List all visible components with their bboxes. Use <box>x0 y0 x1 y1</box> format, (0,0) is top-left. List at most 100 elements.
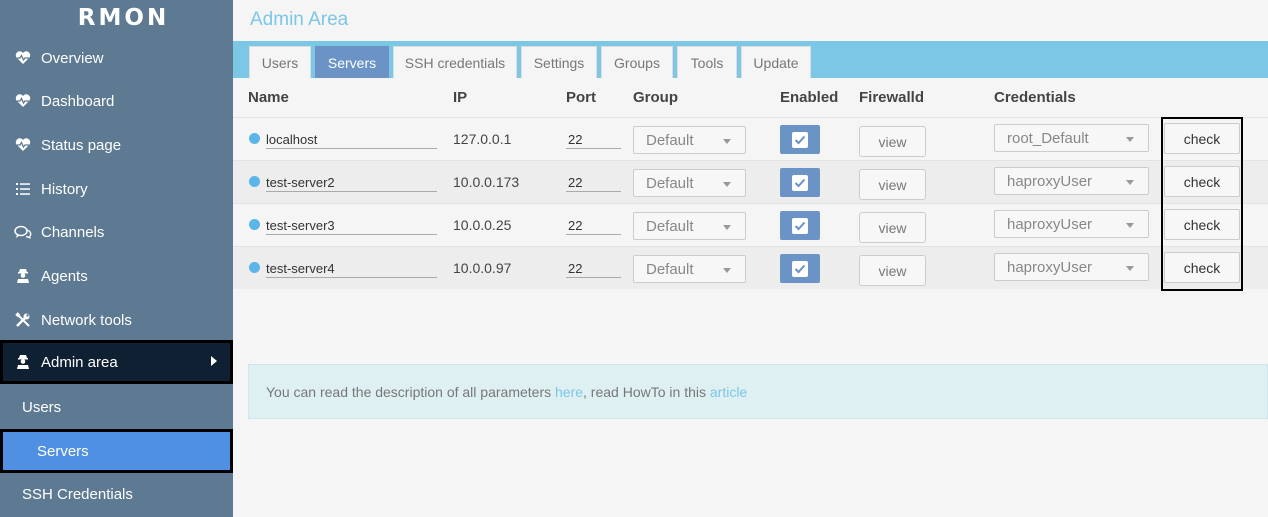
sidebar-item-label: Admin area <box>41 353 118 371</box>
sidebar-item-status-page[interactable]: Status page <box>0 123 233 167</box>
heart-pulse-icon <box>14 92 32 110</box>
chevron-down-icon <box>1126 180 1134 185</box>
sidebar-item-label: Network tools <box>41 311 132 329</box>
column-header-ip: IP <box>453 89 468 106</box>
server-ip: 10.0.0.97 <box>453 260 512 276</box>
agent-icon <box>14 267 32 285</box>
enabled-checkbox[interactable] <box>780 168 820 197</box>
credentials-select[interactable]: haproxyUser <box>994 210 1149 238</box>
sidebar-subitem-servers[interactable]: Servers <box>0 429 233 473</box>
column-header-enabled: Enabled <box>780 89 839 106</box>
chevron-down-icon <box>723 225 731 230</box>
group-select[interactable]: Default <box>633 255 746 283</box>
firewalld-view-button[interactable]: view <box>859 126 926 157</box>
checkmark-icon <box>792 260 808 277</box>
credentials-select[interactable]: root_Default <box>994 124 1149 152</box>
server-ip: 10.0.0.25 <box>453 217 512 233</box>
group-select[interactable]: Default <box>633 169 746 197</box>
chevron-down-icon <box>723 182 731 187</box>
chevron-down-icon <box>723 268 731 273</box>
chevron-down-icon <box>1126 137 1134 142</box>
chevron-down-icon <box>1126 266 1134 271</box>
check-button[interactable]: check <box>1164 123 1240 154</box>
group-select-value: Default <box>646 174 694 192</box>
sidebar-item-overview[interactable]: Overview <box>0 36 233 80</box>
info-text: You can read the description of all para… <box>266 383 555 400</box>
chevron-down-icon <box>1126 223 1134 228</box>
column-header-name: Name <box>248 89 289 106</box>
sidebar-item-agents[interactable]: Agents <box>0 254 233 298</box>
sidebar-item-label: Agents <box>41 267 88 285</box>
port-field[interactable]: 22 <box>566 218 621 235</box>
check-button[interactable]: check <box>1164 252 1240 283</box>
tab-users[interactable]: Users <box>249 46 311 78</box>
group-select[interactable]: Default <box>633 212 746 240</box>
status-dot <box>249 219 260 230</box>
app-logo[interactable]: RMON <box>0 0 233 36</box>
server-name-field[interactable]: test-server2 <box>266 175 437 192</box>
tab-update[interactable]: Update <box>741 46 811 78</box>
server-ip: 127.0.0.1 <box>453 131 512 147</box>
status-dot <box>249 262 260 273</box>
tab-tools[interactable]: Tools <box>677 46 737 78</box>
sidebar-subitem-ssh-credentials[interactable]: SSH Credentials <box>0 472 233 516</box>
caret-right-icon <box>211 356 217 366</box>
tab-groups[interactable]: Groups <box>601 46 673 78</box>
port-field[interactable]: 22 <box>566 261 621 278</box>
credentials-select[interactable]: haproxyUser <box>994 167 1149 195</box>
credentials-select-value: root_Default <box>1007 129 1089 147</box>
tab-bar: Users Servers SSH credentials Settings G… <box>233 41 1268 78</box>
column-header-credentials: Credentials <box>994 89 1076 106</box>
tab-settings[interactable]: Settings <box>521 46 597 78</box>
firewalld-view-button[interactable]: view <box>859 255 926 286</box>
check-button[interactable]: check <box>1164 166 1240 197</box>
table-row: localhost 127.0.0.1 22 Default view root_Defa… <box>233 117 1268 160</box>
enabled-checkbox[interactable] <box>780 125 820 154</box>
tab-servers[interactable]: Servers <box>315 46 389 78</box>
group-select-value: Default <box>646 217 694 235</box>
sidebar-item-admin-area[interactable]: Admin area <box>0 340 233 384</box>
list-icon <box>14 180 32 198</box>
credentials-select[interactable]: haproxyUser <box>994 253 1149 281</box>
info-text: , read HowTo in this <box>583 383 710 400</box>
port-field[interactable]: 22 <box>566 132 621 149</box>
firewalld-view-button[interactable]: view <box>859 169 926 200</box>
table-row: test-server4 10.0.0.97 22 Default view haprox… <box>233 246 1268 289</box>
table-row: test-server3 10.0.0.25 22 Default view haprox… <box>233 203 1268 246</box>
firewalld-view-button[interactable]: view <box>859 212 926 243</box>
table-row: test-server2 10.0.0.173 22 Default view hapro… <box>233 160 1268 203</box>
server-name-field[interactable]: test-server4 <box>266 261 437 278</box>
check-button[interactable]: check <box>1164 209 1240 240</box>
checkmark-icon <box>792 174 808 191</box>
server-name-field[interactable]: test-server3 <box>266 218 437 235</box>
page-title: Admin Area <box>250 9 349 30</box>
sidebar-item-label: Status page <box>41 136 122 154</box>
column-header-port: Port <box>566 89 596 106</box>
sidebar-item-history[interactable]: History <box>0 167 233 211</box>
info-link-article[interactable]: article <box>710 384 747 400</box>
enabled-checkbox[interactable] <box>780 211 820 240</box>
server-ip: 10.0.0.173 <box>453 174 520 190</box>
chevron-down-icon <box>723 139 731 144</box>
column-header-firewalld: Firewalld <box>859 89 925 106</box>
sidebar-item-label: Overview <box>41 49 104 67</box>
credentials-select-value: haproxyUser <box>1007 258 1093 276</box>
sidebar-subitem-users[interactable]: Users <box>0 385 233 429</box>
sidebar: RMON Overview Dashboard Status page Hist… <box>0 0 233 517</box>
sidebar-item-label: Channels <box>41 223 105 241</box>
sidebar-item-dashboard[interactable]: Dashboard <box>0 79 233 123</box>
heart-pulse-icon <box>14 49 32 67</box>
chat-icon <box>14 223 32 241</box>
group-select-value: Default <box>646 260 694 278</box>
info-banner: You can read the description of all para… <box>248 364 1268 419</box>
port-field[interactable]: 22 <box>566 175 621 192</box>
group-select[interactable]: Default <box>633 126 746 154</box>
checkmark-icon <box>792 217 808 234</box>
info-link-here[interactable]: here <box>555 384 583 400</box>
tab-ssh-credentials[interactable]: SSH credentials <box>393 46 517 78</box>
sidebar-item-network-tools[interactable]: Network tools <box>0 298 233 342</box>
sidebar-item-label: Dashboard <box>41 92 115 110</box>
sidebar-item-channels[interactable]: Channels <box>0 210 233 254</box>
server-name-field[interactable]: localhost <box>266 132 437 149</box>
enabled-checkbox[interactable] <box>780 254 820 283</box>
